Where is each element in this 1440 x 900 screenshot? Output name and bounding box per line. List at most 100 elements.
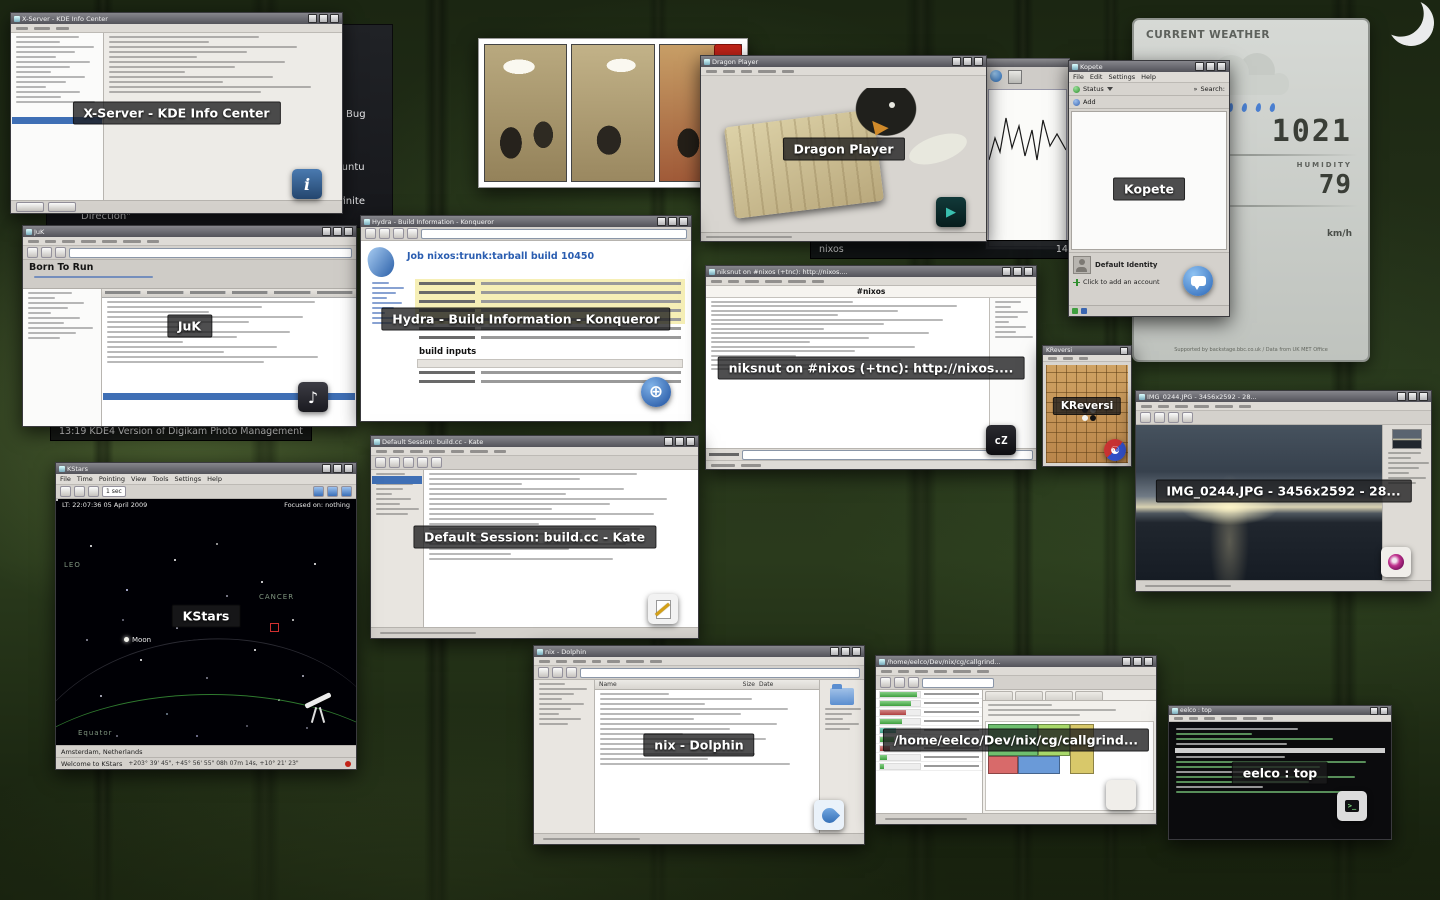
open-button[interactable] <box>389 457 400 468</box>
star-chart-button[interactable] <box>313 486 324 497</box>
menubar[interactable] <box>1043 355 1131 362</box>
menubar[interactable] <box>11 24 342 33</box>
menu-settings[interactable]: Settings <box>1108 73 1135 81</box>
minimize-button[interactable] <box>322 227 331 236</box>
window-kreversi[interactable]: KReversi KReversi ☯ <box>1042 345 1132 467</box>
menubar[interactable]: File Time Pointing View Tools Settings H… <box>56 474 356 485</box>
window-gwenview[interactable]: IMG_0244.JPG - 3456x2592 - 28... IMG_024… <box>1135 390 1432 592</box>
window-konsole[interactable]: eelco : top eelco : top >_ <box>1168 705 1392 840</box>
save-button[interactable] <box>403 457 414 468</box>
minimize-button[interactable] <box>830 647 839 656</box>
titlebar[interactable]: Dragon Player <box>701 56 986 67</box>
pause-button[interactable] <box>41 247 52 258</box>
channel-tabs[interactable] <box>706 460 1036 469</box>
photo-thumbnail[interactable] <box>1392 429 1422 449</box>
titlebar[interactable]: nix - Dolphin <box>534 646 864 657</box>
add-account-link[interactable]: Click to add an account <box>1083 278 1160 286</box>
titlebar[interactable]: JuK <box>23 226 356 237</box>
documents-sidebar[interactable] <box>371 470 424 627</box>
search-input[interactable] <box>69 248 352 258</box>
reload-button[interactable] <box>894 677 905 688</box>
titlebar[interactable]: IMG_0244.JPG - 3456x2592 - 28... <box>1136 391 1431 402</box>
titlebar[interactable]: /home/eelco/Dev/nix/cg/callgrind... <box>876 656 1156 667</box>
minimize-button[interactable] <box>1195 62 1204 71</box>
minimize-button[interactable] <box>664 437 673 446</box>
map-block[interactable] <box>1018 756 1060 774</box>
close-button[interactable] <box>1024 267 1033 276</box>
menubar[interactable] <box>1169 715 1391 722</box>
maximize-button[interactable] <box>333 464 342 473</box>
new-document-button[interactable] <box>375 457 386 468</box>
add-button[interactable]: Add <box>1083 98 1096 106</box>
time-step-select[interactable]: 1 sec <box>102 486 126 497</box>
menubar[interactable] <box>371 447 698 456</box>
menu-pointing[interactable]: Pointing <box>99 475 125 483</box>
time-backward-button[interactable] <box>60 486 71 497</box>
menu-file[interactable]: File <box>60 475 71 483</box>
flag-icon[interactable] <box>1081 308 1087 314</box>
close-button[interactable] <box>1419 392 1428 401</box>
photo-view[interactable] <box>1136 425 1382 580</box>
minimize-button[interactable] <box>1397 392 1406 401</box>
maximize-button[interactable] <box>841 647 850 656</box>
window-kstars[interactable]: KStars File Time Pointing View Tools Set… <box>55 462 357 770</box>
menu-time[interactable]: Time <box>77 475 93 483</box>
status-button[interactable]: Status <box>1083 85 1104 93</box>
titlebar[interactable]: KStars <box>56 463 356 474</box>
help-button[interactable] <box>16 202 44 212</box>
menubar[interactable] <box>534 657 864 666</box>
maximize-button[interactable] <box>963 57 972 66</box>
titlebar[interactable]: eelco : top <box>1169 706 1391 715</box>
map-block[interactable] <box>988 756 1018 774</box>
zoom-in-button[interactable] <box>1182 412 1193 423</box>
minimize-button[interactable] <box>952 57 961 66</box>
menu-help[interactable]: Help <box>1141 73 1156 81</box>
column-headers[interactable]: Name Size Date <box>595 680 819 690</box>
close-button[interactable] <box>344 464 353 473</box>
globe-icon[interactable] <box>990 70 1002 82</box>
covered-window-titlebar[interactable]: nixos 14.1 <box>810 240 1086 259</box>
window-kate[interactable]: Default Session: build.cc - Kate Default… <box>370 435 699 639</box>
titlebar[interactable]: Kopete <box>1069 61 1229 72</box>
menubar[interactable] <box>23 237 356 246</box>
zoom-out-button[interactable] <box>1168 412 1179 423</box>
titlebar[interactable]: Default Session: build.cc - Kate <box>371 436 698 447</box>
chevron-down-icon[interactable] <box>1107 87 1113 91</box>
location-bar[interactable] <box>421 229 687 239</box>
defaults-button[interactable] <box>48 202 76 212</box>
minimize-button[interactable] <box>1002 267 1011 276</box>
close-button[interactable] <box>852 647 861 656</box>
places-panel[interactable] <box>534 680 595 833</box>
time-forward-button[interactable] <box>88 486 99 497</box>
minimize-button[interactable] <box>1122 657 1131 666</box>
maximize-button[interactable] <box>333 227 342 236</box>
close-button[interactable] <box>974 57 983 66</box>
close-button[interactable] <box>679 217 688 226</box>
window-juk[interactable]: JuK Born To Run JuK ♪ <box>22 225 357 427</box>
menubar[interactable] <box>1136 402 1431 411</box>
back-button[interactable] <box>365 228 376 239</box>
window-dragon-player[interactable]: Dragon Player Dragon Player ▶ <box>700 55 987 242</box>
covered-monitor-window[interactable] <box>985 58 1070 250</box>
file-list[interactable]: Name Size Date <box>595 680 819 833</box>
toolbar-overflow[interactable]: » <box>1193 85 1197 93</box>
night-colors-button[interactable] <box>327 486 338 497</box>
maximize-button[interactable] <box>1133 657 1142 666</box>
up-button[interactable] <box>393 228 404 239</box>
avatar[interactable] <box>1073 256 1091 274</box>
maximize-button[interactable] <box>1013 267 1022 276</box>
constellation-button[interactable] <box>341 486 352 497</box>
maximize-button[interactable] <box>1206 62 1215 71</box>
sidebar-links[interactable] <box>367 279 407 418</box>
detail-tabs[interactable] <box>983 690 1156 701</box>
back-button[interactable] <box>538 667 549 678</box>
minimize-button[interactable] <box>322 464 331 473</box>
close-button[interactable] <box>1144 657 1153 666</box>
menu-view[interactable]: View <box>131 475 146 483</box>
now-playing-links[interactable] <box>29 276 350 278</box>
reload-button[interactable] <box>407 228 418 239</box>
maximize-button[interactable] <box>675 437 684 446</box>
window-kinfocenter[interactable]: X-Server - KDE Info Center X-Server - KD… <box>10 12 343 214</box>
forward-button[interactable] <box>379 228 390 239</box>
titlebar[interactable]: Hydra - Build Information - Konqueror <box>361 216 691 227</box>
